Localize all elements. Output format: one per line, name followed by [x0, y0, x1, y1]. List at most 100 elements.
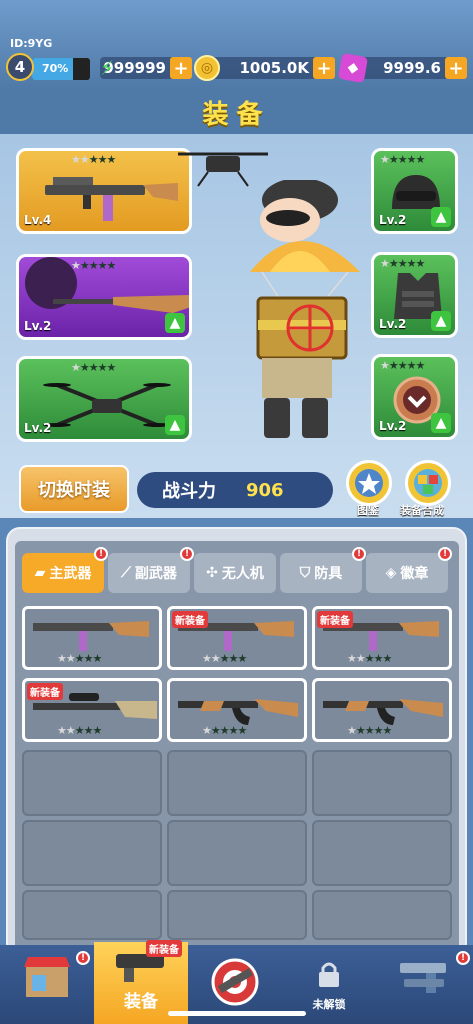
upgrade-arrow-icon: ▲ — [431, 413, 451, 433]
tab-armor[interactable]: ⛉ 防具 ! — [280, 547, 366, 593]
star-rating: ★★★★★ — [57, 724, 102, 737]
empty-slot — [22, 750, 162, 816]
new-item-tag: 新装备 — [317, 611, 353, 628]
slot-level: Lv.4 — [24, 213, 52, 227]
alert-badge: ! — [438, 547, 452, 561]
codex-button[interactable] — [346, 460, 392, 506]
empty-slot — [312, 890, 452, 940]
slot-level: Lv.2 — [24, 421, 52, 435]
inventory-item[interactable]: 新装备 ★★★★★ — [312, 606, 452, 670]
empty-slot — [312, 750, 452, 816]
tab-badge[interactable]: ◈ 徽章 ! — [366, 547, 452, 593]
coin-value: 1005.0K — [239, 59, 309, 77]
gem-counter: ◆ 9999.6 + — [337, 52, 467, 84]
slot-level: Lv.2 — [379, 213, 407, 227]
empty-slot — [22, 890, 162, 940]
equipped-badge-slot[interactable]: ★★★★★ Lv.2 ▲ — [371, 354, 458, 440]
pistol-icon: ▰ — [34, 565, 46, 581]
smg-icon — [33, 621, 149, 651]
equipped-main-weapon-slot[interactable]: ★★★★★ Lv.4 — [16, 148, 192, 234]
upgrade-arrow-icon: ▲ — [165, 415, 185, 435]
inventory-item[interactable]: ★★★★★ — [312, 678, 452, 742]
equipped-helmet-slot[interactable]: ★★★★★ Lv.2 ▲ — [371, 148, 458, 234]
new-item-tag: 新装备 — [146, 940, 182, 957]
battle-icon — [211, 958, 259, 1006]
tab-label: 无人机 — [221, 566, 264, 582]
new-item-tag: 新装备 — [27, 683, 63, 700]
smg-icon — [45, 177, 178, 221]
inventory-item[interactable]: 新装备 ★★★★★ — [167, 606, 307, 670]
star-rating: ★★★★★ — [202, 724, 247, 737]
equipped-secondary-weapon-slot[interactable]: ★★★★★ Lv.2 ▲ — [16, 254, 192, 340]
inventory-item[interactable]: ★★★★★ — [167, 678, 307, 742]
star-rating: ★★★★★ — [57, 652, 102, 665]
add-energy-button[interactable]: + — [170, 57, 192, 79]
inventory-item[interactable]: 新装备 ★★★★★ — [22, 678, 162, 742]
star-rating: ★★★★★ — [347, 652, 392, 665]
coin-icon: ◎ — [194, 55, 220, 81]
shield-icon: ⛉ — [299, 565, 311, 581]
empty-slot — [22, 820, 162, 886]
star-rating: ★★★★★ — [71, 361, 116, 374]
tab-secondary-weapon[interactable]: ⟋ 副武器 ! — [108, 547, 194, 593]
alert-badge: ! — [352, 547, 366, 561]
gem-value: 9999.6 — [383, 59, 441, 77]
synthesis-icon — [414, 469, 442, 497]
star-rating: ★★★★★ — [380, 153, 425, 166]
upgrade-arrow-icon: ▲ — [165, 313, 185, 333]
dogtag-icon: ◈ — [385, 565, 397, 581]
synthesis-button[interactable] — [405, 460, 451, 506]
soldier-character — [250, 180, 360, 438]
home-indicator — [168, 1011, 306, 1016]
empty-slot — [312, 820, 452, 886]
empty-slot — [167, 820, 307, 886]
energy-counter: ⚡ 999999 + — [100, 56, 192, 80]
lock-icon — [319, 962, 339, 987]
slot-level: Lv.2 — [379, 419, 407, 433]
page-title: 装备 — [202, 99, 271, 130]
synthesis-label: 装备合成 — [400, 504, 444, 517]
inventory-item[interactable]: ★★★★★ — [22, 606, 162, 670]
combat-power-value: 906 — [246, 479, 284, 501]
star-rating: ★★★★★ — [71, 153, 116, 166]
empty-slot — [167, 750, 307, 816]
drone-icon — [43, 383, 171, 427]
star-rating: ★★★★★ — [202, 652, 247, 665]
equipped-armor-slot[interactable]: ★★★★★ Lv.2 ▲ — [371, 252, 458, 338]
nav-weapons[interactable]: ! — [376, 945, 470, 1024]
star-rating: ★★★★★ — [380, 359, 425, 372]
gem-icon: ◆ — [337, 52, 369, 84]
codex-label: 图鉴 — [357, 504, 379, 517]
alert-badge: ! — [76, 951, 90, 965]
nav-label: 装备 — [124, 992, 158, 1012]
tab-label: 防具 — [314, 566, 343, 582]
energy-icon: ⚡ — [99, 56, 115, 80]
drone-icon: ✣ — [206, 565, 218, 581]
upgrade-arrow-icon: ▲ — [431, 207, 451, 227]
equipped-drone-slot[interactable]: ★★★★★ Lv.2 ▲ — [16, 356, 192, 442]
nav-label: 未解锁 — [312, 998, 346, 1011]
slot-level: Lv.2 — [379, 317, 407, 331]
add-coins-button[interactable]: + — [313, 57, 335, 79]
weapons-icon — [400, 963, 446, 993]
combat-power-display: 战斗力 906 — [137, 472, 333, 508]
category-tabs: ▰ 主武器 ! ⟋ 副武器 ! ✣ 无人机 ⛉ 防具 ! ◈ 徽章 ! — [14, 547, 464, 595]
slot-level: Lv.2 — [24, 319, 52, 333]
player-id: ID:9YG — [10, 37, 53, 50]
new-item-tag: 新装备 — [172, 611, 208, 628]
xp-percent: 70% — [42, 62, 69, 75]
player-level-badge[interactable]: 4 — [6, 53, 34, 81]
shop-icon — [24, 957, 70, 997]
switch-outfit-button[interactable]: 切换时装 — [19, 465, 129, 513]
star-rating: ★★★★★ — [347, 724, 392, 737]
add-gems-button[interactable]: + — [445, 57, 467, 79]
alert-badge: ! — [180, 547, 194, 561]
nav-shop[interactable]: ! — [0, 945, 94, 1024]
xp-bar: 70% — [32, 58, 90, 80]
tab-main-weapon[interactable]: ▰ 主武器 ! — [22, 547, 108, 593]
tab-label: 副武器 — [134, 566, 177, 582]
tab-label: 徽章 — [400, 566, 429, 582]
coin-counter: ◎ 1005.0K + — [194, 55, 335, 81]
alert-badge: ! — [456, 951, 470, 965]
tab-drone[interactable]: ✣ 无人机 — [194, 553, 276, 593]
